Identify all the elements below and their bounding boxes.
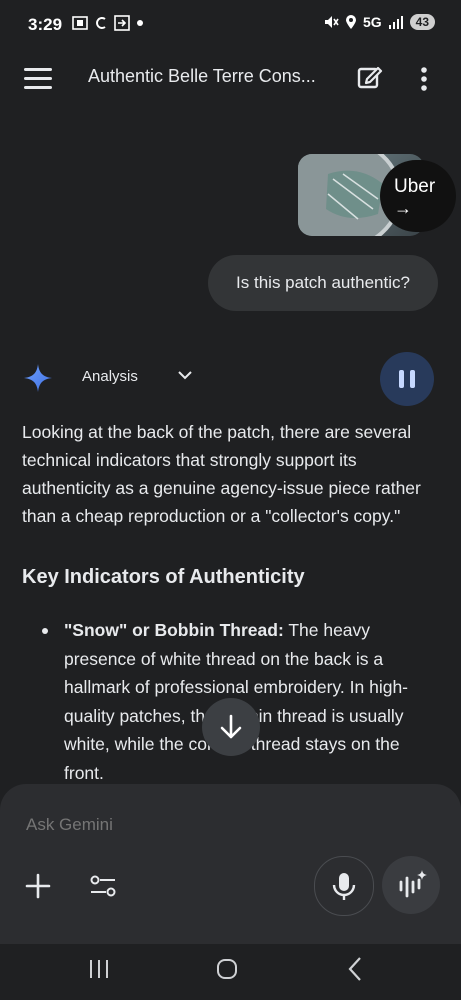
uber-label: Uber: [394, 176, 436, 197]
composer-panel: [0, 784, 461, 944]
gemini-star-icon: [24, 364, 52, 392]
signal-icon: [388, 16, 403, 29]
pause-icon: [399, 370, 404, 388]
ask-gemini-input[interactable]: [24, 814, 328, 836]
mic-button[interactable]: [314, 856, 374, 916]
gemini-live-button[interactable]: [382, 856, 440, 914]
pause-button[interactable]: [380, 352, 434, 406]
back-icon[interactable]: [346, 956, 364, 982]
mute-icon: [324, 16, 339, 28]
plus-icon[interactable]: [24, 872, 52, 900]
app-bar: Authentic Belle Terre Cons...: [0, 50, 461, 106]
system-nav-bar: [0, 944, 461, 1000]
bullet-title: "Snow" or Bobbin Thread:: [64, 620, 284, 640]
analysis-mode-label[interactable]: Analysis: [82, 368, 138, 385]
status-right-group: 5G 43: [323, 14, 435, 30]
more-vert-icon[interactable]: [414, 64, 434, 94]
pause-icon-bar: [410, 370, 415, 388]
status-bar: 3:29 5G 43: [0, 0, 461, 50]
menu-icon[interactable]: [24, 68, 52, 90]
recents-icon[interactable]: [88, 958, 110, 980]
tune-icon[interactable]: [88, 872, 118, 900]
screenshot-icon: [72, 16, 88, 30]
chevron-down-icon[interactable]: [176, 366, 194, 384]
scroll-down-button[interactable]: [202, 698, 260, 756]
location-icon: [345, 15, 356, 29]
user-message-bubble: Is this patch authentic?: [208, 255, 438, 311]
conversation-title: Authentic Belle Terre Cons...: [88, 66, 316, 86]
arrow-right-icon: →: [394, 198, 412, 218]
gemini-live-icon: [399, 870, 427, 898]
response-heading: Key Indicators of Authenticity: [22, 566, 305, 588]
arrow-down-icon: [220, 714, 242, 739]
status-notification-icons: [72, 15, 144, 31]
battery-level: 43: [409, 14, 435, 30]
status-time: 3:29: [28, 15, 63, 34]
bullet-dot: [42, 628, 48, 634]
edit-icon[interactable]: [354, 62, 384, 92]
c-app-icon: [96, 17, 106, 29]
response-paragraph: Looking at the back of the patch, there …: [22, 422, 421, 526]
uber-chip[interactable]: Uber →: [380, 160, 456, 232]
mic-icon: [332, 873, 356, 900]
network-type: 5G: [362, 14, 382, 30]
login-icon: [114, 15, 130, 31]
dot-icon: [137, 20, 143, 26]
home-icon[interactable]: [216, 958, 238, 980]
